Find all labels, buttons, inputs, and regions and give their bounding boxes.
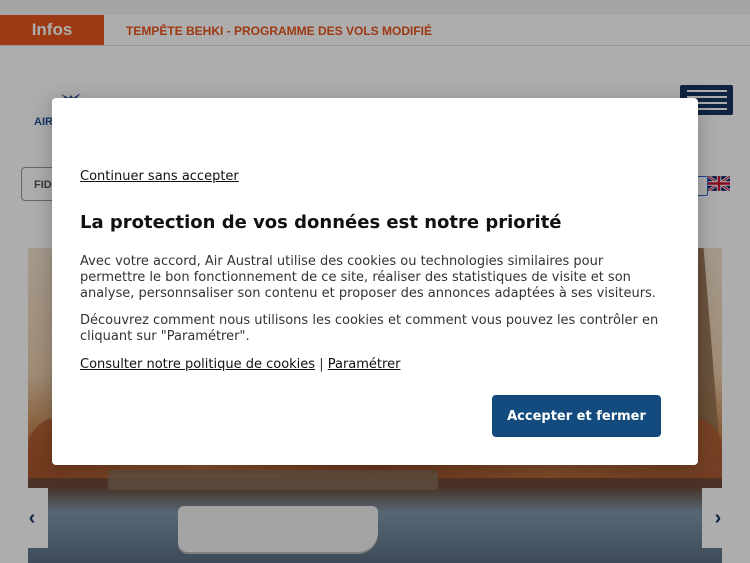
consent-links: Consulter notre politique de cookies | P… (80, 357, 400, 372)
accept-and-close-button[interactable]: Accepter et fermer (492, 395, 661, 437)
consent-description: Avec votre accord, Air Austral utilise d… (80, 254, 656, 301)
settings-link[interactable]: Paramétrer (328, 357, 401, 372)
dialog-title: La protection de vos données est notre p… (80, 212, 562, 233)
consent-settings-info: Découvrez comment nous utilisons les coo… (80, 313, 659, 344)
link-separator: | (319, 357, 324, 372)
cookie-policy-link[interactable]: Consulter notre politique de cookies (80, 357, 315, 372)
continue-without-accepting-link[interactable]: Continuer sans accepter (80, 169, 239, 184)
cookie-consent-dialog: Continuer sans accepter La protection de… (52, 98, 698, 465)
